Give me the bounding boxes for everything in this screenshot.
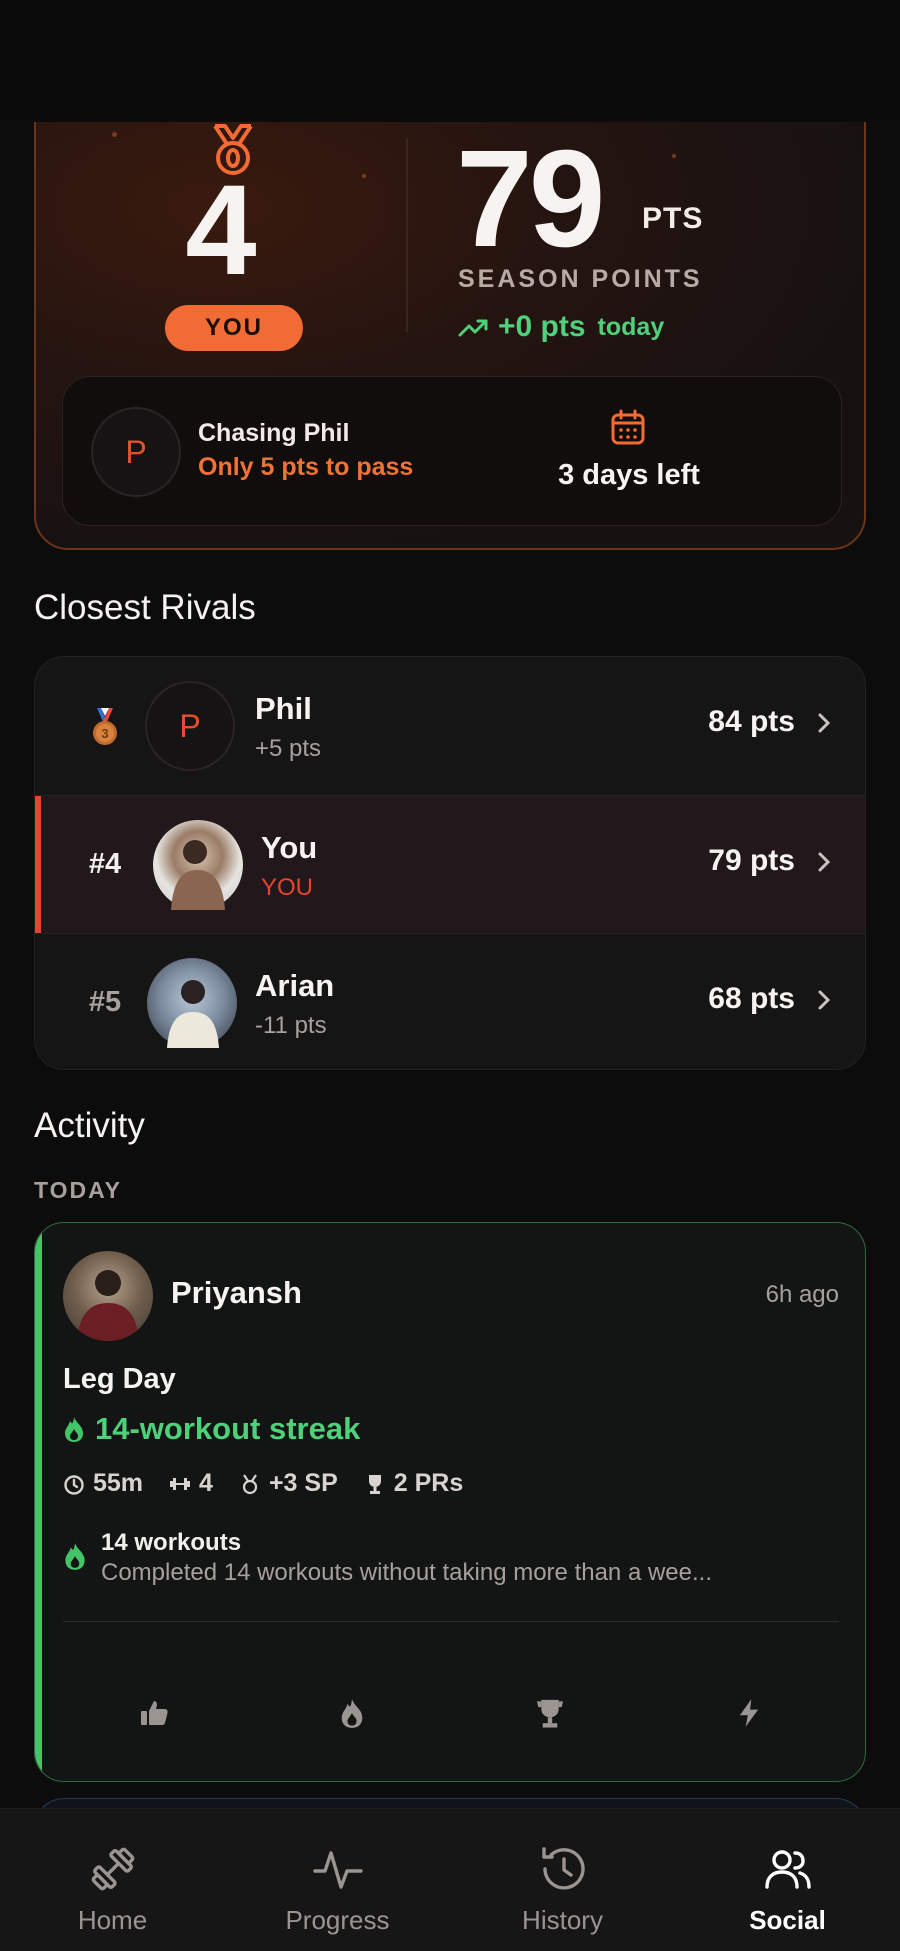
rival-row-phil[interactable]: 3 P Phil +5 pts 84 pts <box>35 657 865 795</box>
season-points-value: 79 <box>456 122 605 276</box>
trophy-icon <box>368 1474 381 1494</box>
calendar-icon <box>611 409 645 445</box>
reaction-bar <box>35 1683 865 1763</box>
user-photo <box>77 1270 139 1341</box>
divider <box>63 1621 839 1622</box>
tab-label: Progress <box>285 1905 390 1935</box>
trophy-icon <box>536 1699 564 1728</box>
tab-label: Social <box>749 1905 826 1935</box>
rival-name: Phil <box>255 691 312 726</box>
points-unit: PTS <box>642 202 704 235</box>
rival-name: You <box>261 830 318 865</box>
rival-point-diff: -11 pts <box>255 1012 327 1039</box>
season-points-label: SEASON POINTS <box>458 265 703 293</box>
avatar <box>153 820 243 910</box>
chase-subtitle: Only 5 pts to pass <box>198 453 414 481</box>
bronze-medal-icon: 3 <box>93 708 117 745</box>
achievement-description: Completed 14 workouts without taking mor… <box>101 1559 712 1586</box>
sp-value: +3 SP <box>268 1469 338 1497</box>
days-left: 3 days left <box>558 459 700 491</box>
rival-row-arian[interactable]: #5 Arian -11 pts 68 pts <box>35 933 865 1069</box>
section-title-rivals: Closest Rivals <box>34 588 256 627</box>
sp-stat: +3 SP <box>239 1469 338 1498</box>
tab-label: Home <box>77 1905 148 1935</box>
lightning-reaction-button[interactable] <box>719 1683 779 1743</box>
streak: 14-workout streak <box>63 1411 360 1447</box>
svg-text:3: 3 <box>101 726 108 741</box>
avatar: P <box>91 407 181 497</box>
avatar: P <box>145 681 235 771</box>
activity-post[interactable]: Priyansh 6h ago Leg Day 14-workout strea… <box>34 1222 866 1782</box>
rival-name: Arian <box>255 968 335 1003</box>
streak-text: 14-workout streak <box>95 1411 361 1446</box>
prs-value: 2 PRs <box>393 1469 464 1497</box>
rank-tag: #4 <box>88 848 122 880</box>
tab-home[interactable]: Home <box>0 1809 225 1951</box>
divider <box>406 138 408 332</box>
dumbbell-icon <box>170 1477 191 1490</box>
section-title-activity: Activity <box>34 1106 145 1145</box>
duration-value: 55m <box>93 1469 144 1497</box>
chevron-right-icon <box>818 990 831 1010</box>
avatar[interactable] <box>63 1251 153 1341</box>
tab-label: History <box>522 1905 603 1935</box>
rival-row-you[interactable]: #4 You YOU 79 pts <box>35 795 865 933</box>
you-badge: YOU <box>165 305 303 351</box>
day-label: TODAY <box>34 1177 122 1203</box>
rivals-list: 3 P Phil +5 pts 84 pts #4 You YOU 79 pts… <box>34 656 866 1070</box>
tab-progress[interactable]: Progress <box>225 1809 450 1951</box>
you-label: YOU <box>261 874 314 901</box>
flame-icon <box>341 1699 363 1728</box>
flame-icon <box>65 1417 83 1442</box>
rival-points: 68 pts <box>708 982 795 1015</box>
rank-tag: 3 <box>65 657 145 795</box>
trending-up-icon <box>458 319 488 337</box>
trend-suffix: today <box>597 312 665 341</box>
tab-social[interactable]: Social <box>675 1809 900 1951</box>
trophy-reaction-button[interactable] <box>520 1683 580 1743</box>
rival-point-diff: +5 pts <box>255 735 322 762</box>
avatar <box>147 958 237 1048</box>
chase-box[interactable]: P Chasing Phil Only 5 pts to pass 3 days… <box>62 376 842 526</box>
timer-icon <box>64 1474 84 1495</box>
rival-points: 79 pts <box>708 844 795 877</box>
points-trend: +0 pts today <box>458 310 664 344</box>
fire-reaction-button[interactable] <box>322 1683 382 1743</box>
post-time: 6h ago <box>765 1281 839 1308</box>
post-author[interactable]: Priyansh <box>171 1275 302 1311</box>
lightning-icon <box>739 1699 759 1727</box>
tab-bar: Home Progress History Social <box>0 1808 900 1951</box>
rank-hero-card: 4 YOU 79 PTS SEASON POINTS +0 pts today … <box>34 60 866 550</box>
exercises-stat: 4 <box>169 1469 213 1498</box>
activity-pulse-icon <box>313 1851 363 1889</box>
thumbs-up-icon <box>141 1701 168 1725</box>
dumbbell-icon <box>91 1847 135 1891</box>
chase-title: Chasing Phil <box>198 419 350 447</box>
user-photo <box>171 840 225 910</box>
rank-number: 4 <box>185 159 257 302</box>
duration-stat: 55m <box>63 1469 143 1498</box>
flame-icon <box>65 1543 85 1570</box>
user-photo <box>167 980 219 1048</box>
tab-history[interactable]: History <box>450 1809 675 1951</box>
workout-title: Leg Day <box>63 1363 176 1395</box>
achievement-title: 14 workouts <box>101 1529 242 1556</box>
chevron-right-icon <box>818 852 831 872</box>
workout-stats: 55m 4 +3 SP 2 PRs <box>63 1469 463 1498</box>
users-icon <box>765 1850 811 1889</box>
history-icon <box>542 1847 585 1890</box>
like-reaction-button[interactable] <box>124 1683 184 1743</box>
chevron-right-icon <box>818 713 831 733</box>
trend-value: +0 pts <box>498 310 586 343</box>
status-bar <box>0 0 900 122</box>
medal-icon <box>242 1473 258 1494</box>
exercises-value: 4 <box>199 1469 213 1497</box>
rival-points: 84 pts <box>708 705 795 738</box>
prs-stat: 2 PRs <box>364 1469 463 1498</box>
rank-tag: #5 <box>88 986 122 1018</box>
current-user-accent <box>35 796 41 933</box>
spark-decoration <box>672 154 676 158</box>
